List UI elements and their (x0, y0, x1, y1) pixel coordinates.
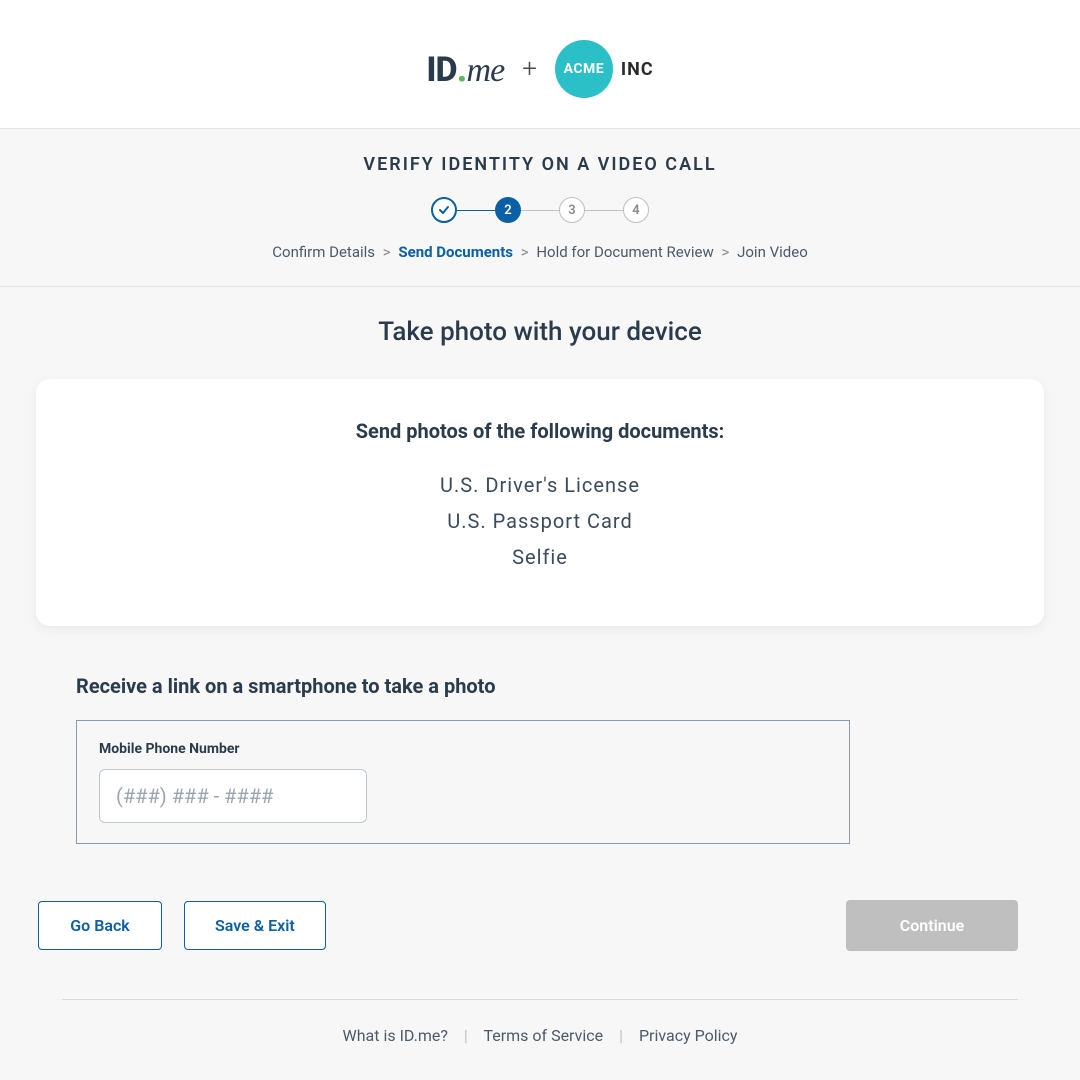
privacy-link[interactable]: Privacy Policy (639, 1026, 738, 1045)
idme-me-text: me (467, 52, 505, 89)
breadcrumb-sep: > (521, 243, 529, 261)
main-content: Take photo with your device Send photos … (0, 287, 1080, 1075)
check-icon (438, 204, 450, 216)
footer: What is ID.me? | Terms of Service | Priv… (62, 999, 1018, 1045)
left-buttons: Go Back Save & Exit (38, 901, 326, 950)
footer-sep: | (464, 1026, 468, 1045)
card-heading: Send photos of the following documents: (66, 419, 1014, 443)
phone-box: Mobile Phone Number (76, 720, 850, 844)
step-2-active: 2 (495, 197, 521, 223)
idme-dot: . (457, 47, 467, 91)
what-is-idme-link[interactable]: What is ID.me? (343, 1026, 448, 1045)
breadcrumb-step-3: Hold for Document Review (536, 243, 713, 261)
header: ID.me + ACME INC (0, 0, 1080, 129)
document-item: U.S. Driver's License (66, 473, 1014, 497)
logos-row: ID.me + ACME INC (0, 40, 1080, 98)
phone-input[interactable] (99, 769, 367, 823)
breadcrumb: Confirm Details > Send Documents > Hold … (0, 243, 1080, 261)
breadcrumb-step-1: Confirm Details (272, 243, 375, 261)
stepper: 2 3 4 (0, 197, 1080, 223)
acme-logo: ACME INC (555, 40, 654, 98)
go-back-button[interactable]: Go Back (38, 901, 162, 950)
step-line-1 (457, 210, 495, 211)
idme-id-text: ID (426, 50, 456, 90)
main-title: Take photo with your device (36, 317, 1044, 347)
save-exit-button[interactable]: Save & Exit (184, 901, 326, 950)
progress-section: VERIFY IDENTITY ON A VIDEO CALL 2 3 4 Co… (0, 129, 1080, 287)
step-line-2 (521, 210, 559, 211)
acme-circle: ACME (555, 40, 613, 98)
breadcrumb-step-4: Join Video (737, 243, 808, 261)
buttons-row: Go Back Save & Exit Continue (36, 844, 1044, 951)
document-item: Selfie (66, 545, 1014, 569)
plus-icon: + (522, 54, 537, 84)
step-3: 3 (559, 197, 585, 223)
breadcrumb-sep: > (383, 243, 391, 261)
breadcrumb-sep: > (722, 243, 730, 261)
documents-card: Send photos of the following documents: … (36, 379, 1044, 626)
terms-link[interactable]: Terms of Service (483, 1026, 603, 1045)
footer-sep: | (619, 1026, 623, 1045)
step-4: 4 (623, 197, 649, 223)
step-1-complete (431, 197, 457, 223)
acme-inc-text: INC (621, 59, 654, 80)
document-item: U.S. Passport Card (66, 509, 1014, 533)
page-title: VERIFY IDENTITY ON A VIDEO CALL (0, 154, 1080, 175)
link-heading: Receive a link on a smartphone to take a… (76, 674, 1004, 698)
breadcrumb-step-2-active: Send Documents (398, 243, 513, 261)
footer-links: What is ID.me? | Terms of Service | Priv… (62, 1026, 1018, 1045)
step-line-3 (585, 210, 623, 211)
phone-label: Mobile Phone Number (99, 741, 827, 757)
continue-button[interactable]: Continue (846, 900, 1018, 951)
idme-logo: ID.me (426, 47, 504, 91)
